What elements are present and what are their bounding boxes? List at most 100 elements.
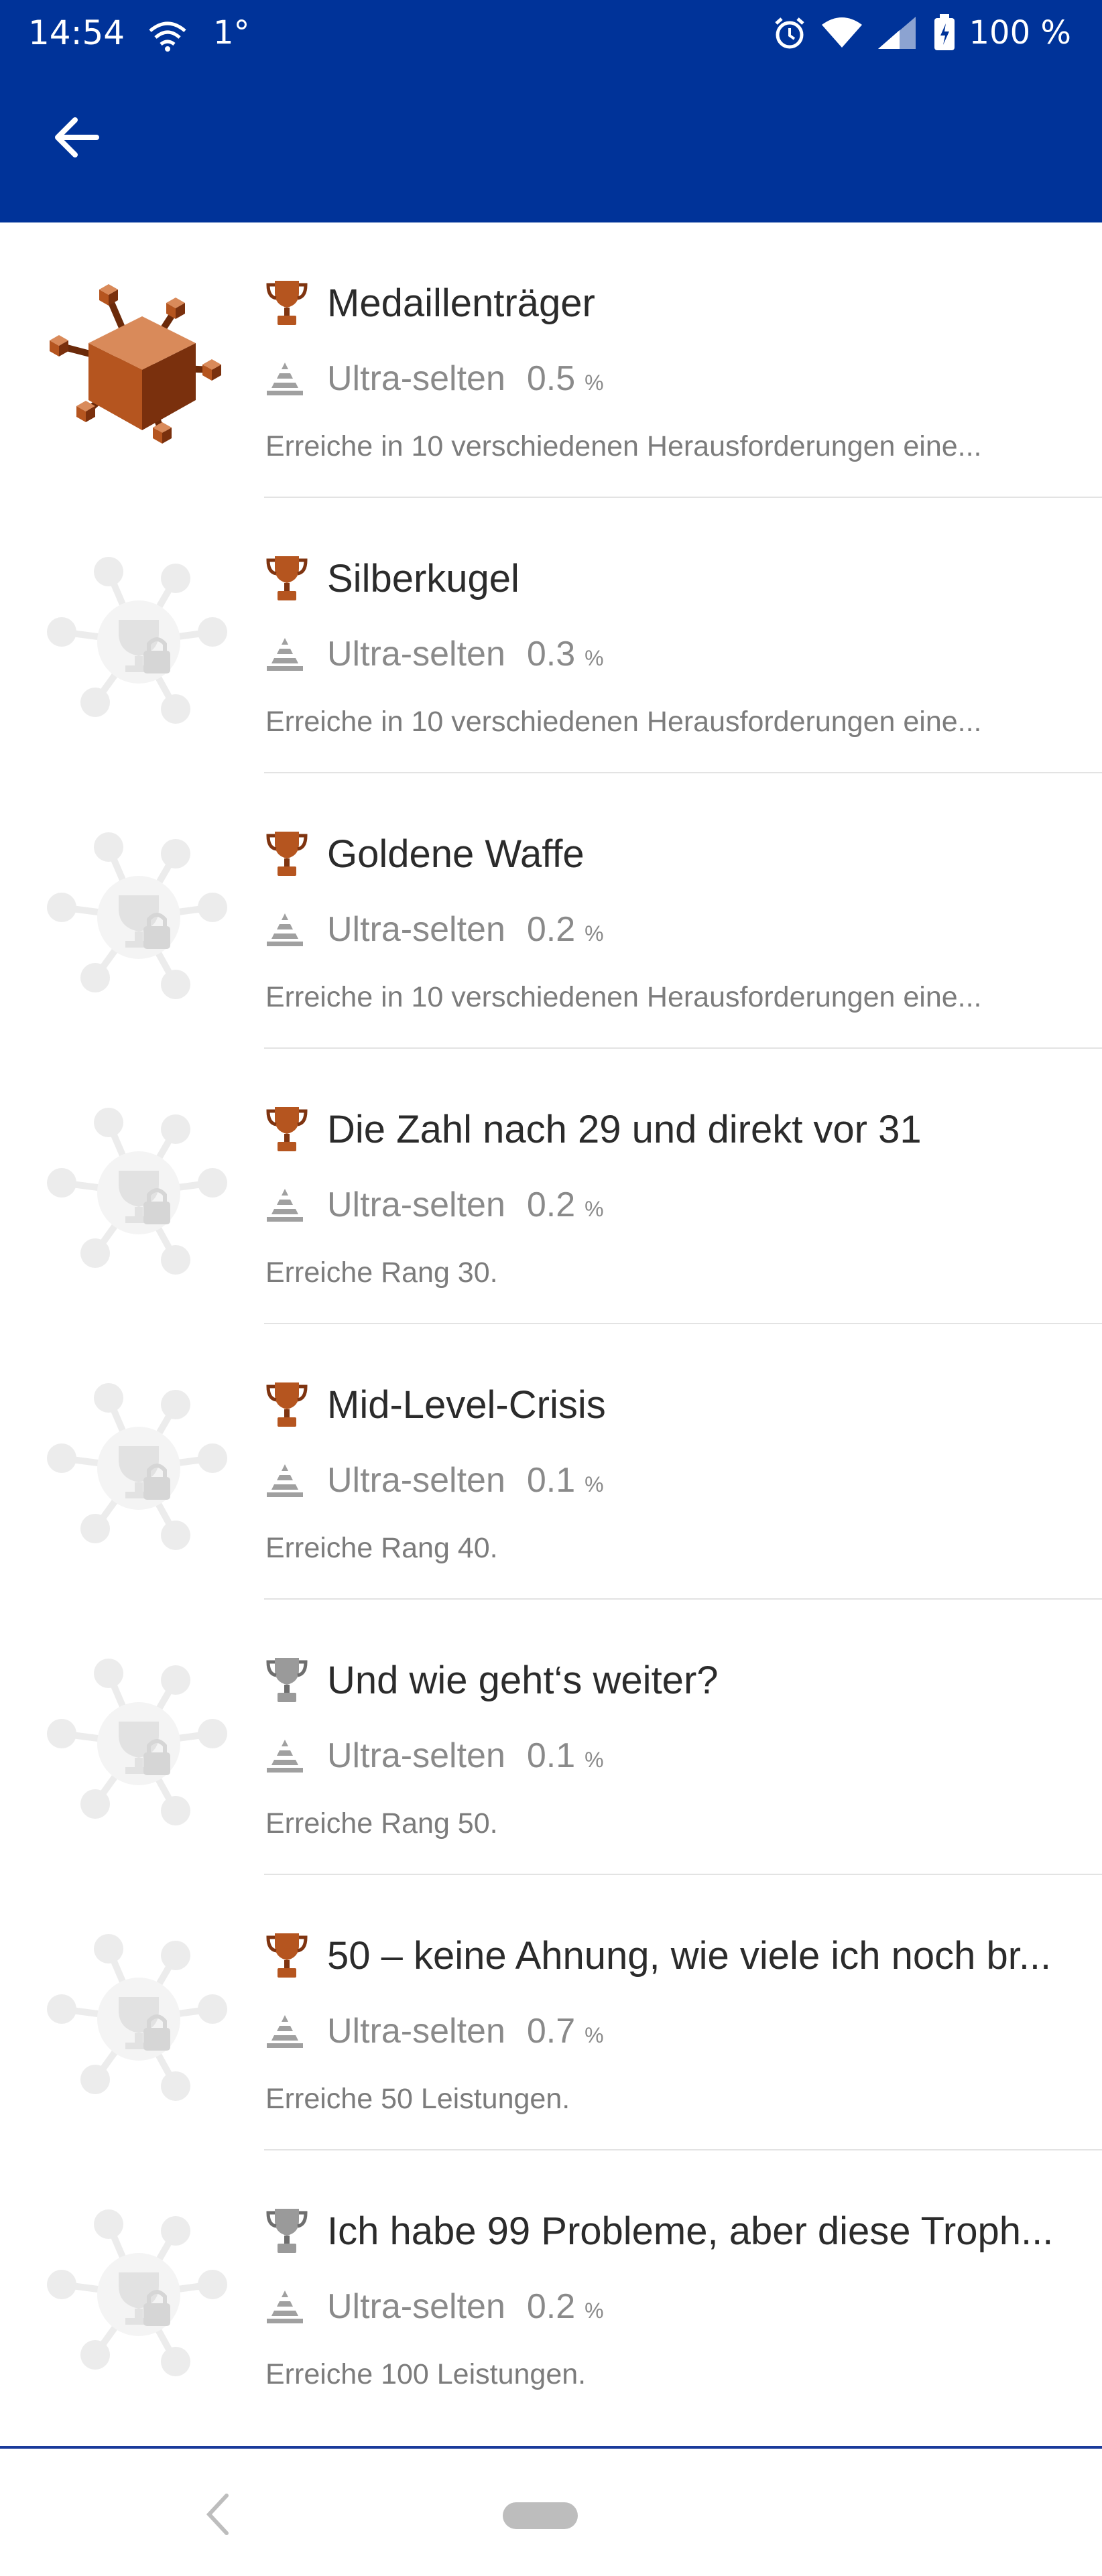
fritz-wifi-icon (149, 21, 186, 52)
achievement-description: Erreiche 50 Leistungen. (265, 2083, 570, 2115)
rarity-line: Ultra-selten 0.3% (265, 624, 604, 684)
status-indicator: 1° (213, 14, 250, 52)
bronze-trophy-icon (265, 554, 308, 603)
nav-back-icon[interactable] (196, 2489, 243, 2540)
bronze-trophy-icon (265, 1104, 308, 1154)
achievement-description: Erreiche in 10 verschiedenen Herausforde… (265, 430, 982, 462)
percent-sign: % (585, 1747, 604, 1772)
achievement-title: Die Zahl nach 29 und direkt vor 31 (327, 1107, 922, 1151)
rarity-percent: 0.7 (526, 2012, 576, 2051)
title-line: Die Zahl nach 29 und direkt vor 31 (265, 1094, 1090, 1164)
achievement-row[interactable]: Und wie geht‘s weiter? Ultra-selten 0.1% E… (0, 1600, 1102, 1875)
rarity-percent: 0.1 (526, 1461, 576, 1500)
percent-sign: % (585, 370, 604, 395)
pyramid-icon (265, 1738, 304, 1773)
achievement-description: Erreiche Rang 30. (265, 1257, 498, 1289)
unlocked-badge-image (42, 269, 236, 464)
rarity-line: Ultra-selten 0.5% (265, 348, 604, 409)
title-line: Silberkugel (265, 543, 1090, 613)
pyramid-icon (265, 2289, 304, 2324)
title-line: Mid-Level-Crisis (265, 1370, 1090, 1439)
locked-badge-icon (42, 1096, 236, 1290)
title-line: Und wie geht‘s weiter? (265, 1645, 1090, 1715)
status-time: 14:54 (28, 13, 125, 52)
silver-trophy-icon (265, 1655, 308, 1705)
alarm-icon (774, 17, 804, 49)
locked-badge-icon (42, 820, 236, 1015)
achievement-list: Medaillenträger Ultra-selten 0.5% Erreiche… (0, 222, 1102, 2426)
rarity-percent: 0.2 (526, 910, 576, 949)
rarity-line: Ultra-selten 0.1% (265, 1450, 604, 1510)
achievement-title: Mid-Level-Crisis (327, 1382, 606, 1427)
rarity-percent: 0.2 (526, 1185, 576, 1224)
achievement-row[interactable]: Ich habe 99 Probleme, aber diese Troph..… (0, 2150, 1102, 2426)
pyramid-icon (265, 1463, 304, 1498)
rarity-label: Ultra-selten (327, 1461, 505, 1500)
percent-sign: % (585, 1472, 604, 1496)
achievement-description: Erreiche 100 Leistungen. (265, 2358, 587, 2390)
locked-badge-icon (42, 1647, 236, 1841)
percent-sign: % (585, 1196, 604, 1221)
rarity-label: Ultra-selten (327, 635, 505, 673)
achievement-row[interactable]: Mid-Level-Crisis Ultra-selten 0.1% Erreich… (0, 1324, 1102, 1600)
achievement-row[interactable]: Goldene Waffe Ultra-selten 0.2% Erreiche i… (0, 773, 1102, 1049)
percent-sign: % (585, 2298, 604, 2323)
rarity-line: Ultra-selten 0.2% (265, 2276, 604, 2337)
title-line: Goldene Waffe (265, 819, 1090, 889)
achievement-row[interactable]: Medaillenträger Ultra-selten 0.5% Erreiche… (0, 222, 1102, 498)
locked-badge-icon (42, 545, 236, 739)
percent-sign: % (585, 921, 604, 946)
achievement-description: Erreiche in 10 verschiedenen Herausforde… (265, 706, 982, 738)
achievement-row[interactable]: Silberkugel Ultra-selten 0.3% Erreiche in … (0, 498, 1102, 773)
percent-sign: % (585, 2022, 604, 2047)
arrow-left-icon (55, 117, 99, 157)
title-line: Ich habe 99 Probleme, aber diese Troph..… (265, 2196, 1090, 2266)
pyramid-icon (265, 912, 304, 947)
rarity-percent: 0.1 (526, 1736, 576, 1775)
status-right-group: 100 % (772, 9, 1071, 56)
bronze-trophy-icon (265, 278, 308, 328)
achievement-title: Silberkugel (327, 556, 519, 600)
pyramid-icon (265, 361, 304, 396)
status-bar: 14:54 1° 100 % (0, 0, 1102, 64)
achievement-description: Erreiche in 10 verschiedenen Herausforde… (265, 981, 982, 1013)
locked-badge-icon (42, 1922, 236, 2116)
bronze-trophy-icon (265, 1380, 308, 1429)
locked-badge-icon (42, 1371, 236, 1565)
achievement-title: Goldene Waffe (327, 832, 585, 876)
rarity-percent: 0.3 (526, 635, 576, 673)
bronze-trophy-icon (265, 1931, 308, 1980)
achievement-description: Erreiche Rang 40. (265, 1532, 498, 1564)
rarity-percent: 0.5 (526, 359, 576, 398)
pyramid-icon (265, 2014, 304, 2049)
bronze-trophy-icon (265, 829, 308, 879)
silver-trophy-icon (265, 2206, 308, 2256)
battery-percent: 100 % (969, 14, 1071, 52)
locked-badge-icon (42, 2197, 236, 2392)
rarity-label: Ultra-selten (327, 1736, 505, 1775)
pyramid-icon (265, 637, 304, 671)
rarity-label: Ultra-selten (327, 2012, 505, 2051)
achievement-description: Erreiche Rang 50. (265, 1807, 498, 1840)
rarity-percent: 0.2 (526, 2287, 576, 2326)
rarity-label: Ultra-selten (327, 359, 505, 398)
app-bar (0, 64, 1102, 222)
wifi-icon (821, 17, 862, 48)
battery-icon (934, 14, 955, 50)
achievement-row[interactable]: Die Zahl nach 29 und direkt vor 31 Ultra… (0, 1049, 1102, 1324)
title-line: 50 – keine Ahnung, wie viele ich noch br… (265, 1921, 1090, 1990)
signal-icon (877, 17, 916, 49)
nav-home-pill[interactable] (503, 2502, 578, 2529)
system-nav-bar (0, 2446, 1102, 2576)
achievement-title: Ich habe 99 Probleme, aber diese Troph..… (327, 2209, 1054, 2253)
percent-sign: % (585, 645, 604, 670)
rarity-label: Ultra-selten (327, 910, 505, 949)
rarity-line: Ultra-selten 0.1% (265, 1726, 604, 1786)
pyramid-icon (265, 1187, 304, 1222)
rarity-label: Ultra-selten (327, 1185, 505, 1224)
rarity-line: Ultra-selten 0.2% (265, 899, 604, 960)
rarity-line: Ultra-selten 0.2% (265, 1175, 604, 1235)
achievement-row[interactable]: 50 – keine Ahnung, wie viele ich noch br… (0, 1875, 1102, 2150)
back-button[interactable] (39, 101, 113, 174)
title-line: Medaillenträger (265, 268, 1090, 338)
